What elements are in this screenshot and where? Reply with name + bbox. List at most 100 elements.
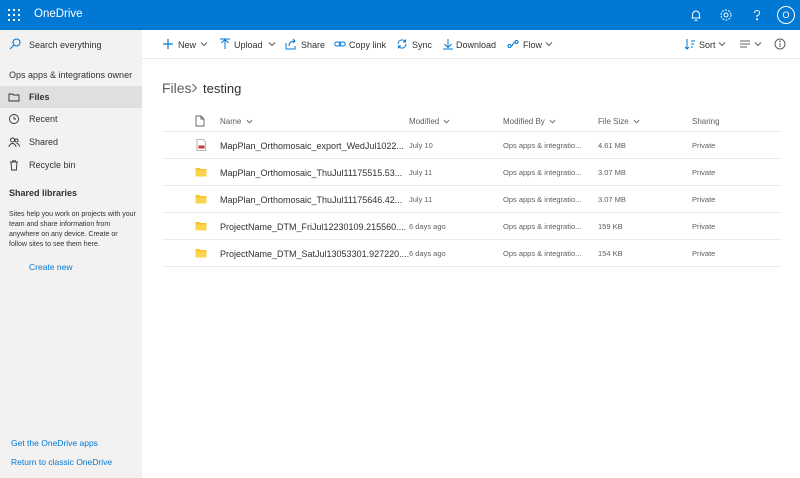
file-list-header: Name Modified Modified By File Size Shar… [162,110,782,132]
search-box[interactable]: Search everything [0,30,142,59]
file-size: 4.61 MB [598,141,626,150]
command-bar: New Upload Share Copy link Sync Download… [142,30,800,59]
chevron-down-icon [200,40,208,48]
folder-icon [195,193,207,205]
share-button[interactable]: Share [285,30,327,59]
modified-date: July 10 [409,141,433,150]
column-header-label: Sharing [692,117,720,126]
modified-date: 6 days ago [409,222,446,231]
new-button[interactable]: New [162,30,212,59]
column-header-modified-by[interactable]: Modified By [503,117,556,126]
sharing-status: Private [692,141,716,150]
download-button-label: Download [456,40,497,50]
get-apps-link[interactable]: Get the OneDrive apps [11,438,98,448]
chevron-right-icon [191,83,198,93]
file-type-column-icon[interactable] [195,115,205,127]
folder-icon [195,220,207,232]
trash-icon [8,159,20,171]
people-icon [8,136,20,148]
upload-icon [219,38,231,50]
shared-libraries-heading: Shared libraries [9,188,78,198]
sidebar-item-recent[interactable]: Recent [0,108,142,130]
modified-by: Ops apps & integratio... [503,195,582,204]
modified-date: 6 days ago [409,249,446,258]
link-icon [334,38,346,50]
chevron-down-icon [754,40,762,48]
upload-button[interactable]: Upload [219,30,279,59]
table-row[interactable]: MapPlan_Orthomosaic_ThuJul11175646.42...… [162,186,782,213]
sharing-status: Private [692,222,716,231]
flow-button-label: Flow [523,40,543,50]
sidebar-item-files[interactable]: Files [0,86,142,108]
flow-button[interactable]: Flow [507,30,557,59]
new-button-label: New [178,40,197,50]
share-icon [285,38,297,50]
top-bar: OneDrive O [0,0,800,30]
file-name-link[interactable]: ProjectName_DTM_SatJul13053301.927220...… [220,249,409,259]
copy-link-button-label: Copy link [349,40,387,50]
column-header-label: Modified By [503,117,545,126]
column-header-label: Name [220,117,242,126]
search-input[interactable]: Search everything [29,40,102,50]
flow-icon [507,38,519,50]
column-header-label: Modified [409,117,440,126]
sort-button[interactable]: Sort [684,30,730,59]
folder-icon [195,247,207,259]
sharing-status: Private [692,249,716,258]
share-button-label: Share [301,40,326,50]
chevron-down-icon [268,40,276,48]
table-row[interactable]: ProjectName_DTM_FriJul12230109.215560...… [162,213,782,240]
file-name-link[interactable]: MapPlan_Orthomosaic_ThuJul11175515.53... [220,168,402,178]
file-name-link[interactable]: MapPlan_Orthomosaic_export_WedJul1022... [220,141,404,151]
shared-libraries-description: Sites help you work on projects with you… [9,211,136,248]
column-header-label: File Size [598,117,629,126]
app-title[interactable]: OneDrive [34,8,83,20]
app-launcher-icon[interactable] [8,9,20,21]
sharing-status: Private [692,195,716,204]
download-button[interactable]: Download [442,30,502,59]
table-row[interactable]: ProjectName_DTM_SatJul13053301.927220...… [162,240,782,267]
sidebar-item-label: Shared [29,137,59,147]
file-name-link[interactable]: MapPlan_Orthomosaic_ThuJul11175646.42... [220,195,402,205]
nav-owner-name: Ops apps & integrations owner [9,70,133,80]
sidebar-item-label: Recycle bin [29,160,76,170]
search-icon [9,38,21,50]
gear-icon[interactable] [719,8,733,22]
table-row[interactable]: MapPlan_Orthomosaic_export_WedJul1022...… [162,132,782,159]
info-icon [774,38,786,50]
breadcrumb-root[interactable]: Files [162,80,192,96]
breadcrumb-current: testing [203,81,242,96]
left-nav: Search everything Ops apps & integration… [0,30,142,478]
modified-date: July 11 [409,168,433,177]
chevron-down-icon [246,120,253,124]
plus-icon [162,38,174,50]
help-icon[interactable] [750,8,764,22]
copy-link-button[interactable]: Copy link [334,30,389,59]
table-row[interactable]: MapPlan_Orthomosaic_ThuJul11175515.53...… [162,159,782,186]
file-name-link[interactable]: ProjectName_DTM_FriJul12230109.215560...… [220,222,406,232]
list-view-icon [739,38,751,50]
sidebar-item-label: Files [29,92,50,102]
sidebar-item-label: Recent [29,114,58,124]
column-header-sharing[interactable]: Sharing [692,117,720,126]
column-header-file-size[interactable]: File Size [598,117,640,126]
column-header-name[interactable]: Name [220,117,253,126]
clock-icon [8,113,20,125]
sync-button[interactable]: Sync [396,30,436,59]
column-header-modified[interactable]: Modified [409,117,450,126]
chevron-down-icon [444,120,450,124]
modified-by: Ops apps & integratio... [503,168,582,177]
chevron-down-icon [549,120,556,124]
file-size: 154 KB [598,249,623,258]
avatar[interactable]: O [777,6,795,24]
sidebar-item-recycle-bin[interactable]: Recycle bin [0,154,142,176]
view-options-button[interactable] [739,30,764,59]
chevron-down-icon [633,120,640,124]
chevron-down-icon [545,40,553,48]
classic-onedrive-link[interactable]: Return to classic OneDrive [11,457,112,467]
details-pane-button[interactable] [774,30,788,59]
create-new-link[interactable]: Create new [29,262,72,272]
bell-icon[interactable] [689,8,703,22]
file-size: 159 KB [598,222,623,231]
sidebar-item-shared[interactable]: Shared [0,131,142,153]
